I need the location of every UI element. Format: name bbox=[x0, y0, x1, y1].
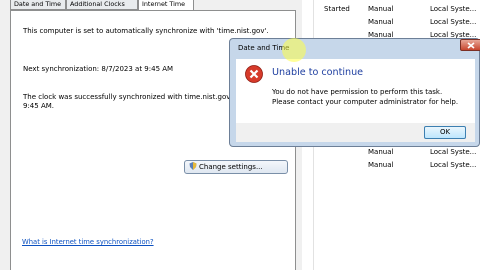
service-log-on-as: Local Syste... bbox=[430, 5, 477, 13]
dialog-footer: OK bbox=[236, 123, 475, 142]
service-row[interactable]: Started Manual Local Syste... bbox=[302, 3, 480, 16]
service-row[interactable]: Manual Local Syste... bbox=[302, 159, 480, 172]
error-dialog: Date and Time Unable to continue You do … bbox=[229, 38, 480, 147]
internet-time-help-link[interactable]: What is Internet time synchronization? bbox=[22, 238, 154, 246]
tab-date-and-time[interactable]: Date and Time bbox=[10, 0, 66, 10]
service-startup-type: Manual bbox=[368, 5, 394, 13]
sync-status-text: This computer is set to automatically sy… bbox=[23, 27, 269, 35]
ok-button[interactable]: OK bbox=[424, 126, 466, 139]
mouse-cursor-highlight bbox=[282, 38, 306, 62]
last-sync-text-line2: 9:45 AM. bbox=[23, 102, 54, 110]
service-startup-type: Manual bbox=[368, 161, 394, 169]
service-log-on-as: Local Syste... bbox=[430, 161, 477, 169]
error-icon bbox=[245, 65, 263, 83]
service-startup-type: Manual bbox=[368, 148, 394, 156]
dialog-message-line2: Please contact your computer administrat… bbox=[272, 98, 459, 106]
dialog-close-button[interactable] bbox=[460, 39, 480, 51]
service-row[interactable]: Manual Local Syste... bbox=[302, 16, 480, 29]
service-status: Started bbox=[324, 5, 350, 13]
next-sync-text: Next synchronization: 8/7/2023 at 9:45 A… bbox=[23, 65, 174, 73]
tab-additional-clocks[interactable]: Additional Clocks bbox=[66, 0, 138, 10]
last-sync-text-line1: The clock was successfully synchronized … bbox=[23, 93, 231, 101]
service-log-on-as: Local Syste... bbox=[430, 18, 477, 26]
change-settings-button[interactable]: Change settings... bbox=[184, 160, 288, 174]
dialog-body: Unable to continue You do not have permi… bbox=[236, 59, 475, 123]
change-settings-label: Change settings... bbox=[199, 163, 263, 171]
service-row[interactable]: Manual Local Syste... bbox=[302, 146, 480, 159]
dialog-message-line1: You do not have permission to perform th… bbox=[272, 88, 443, 96]
close-icon bbox=[467, 42, 475, 49]
service-log-on-as: Local Syste... bbox=[430, 148, 477, 156]
service-startup-type: Manual bbox=[368, 18, 394, 26]
dialog-heading: Unable to continue bbox=[272, 67, 364, 78]
shield-icon bbox=[189, 162, 197, 170]
